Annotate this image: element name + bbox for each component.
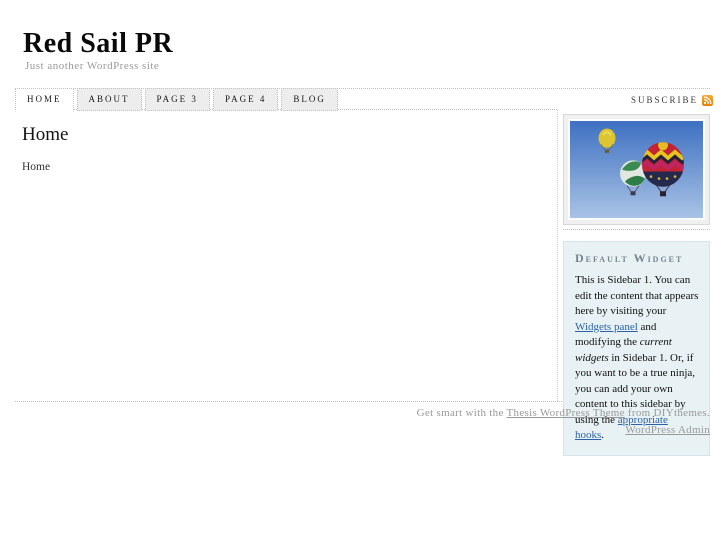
footer-admin: WordPress Admin — [210, 424, 710, 436]
site-title: Red Sail PR — [23, 28, 174, 59]
sidebar-divider — [563, 229, 710, 230]
sidebar-image-widget — [563, 114, 710, 225]
nav-tab-page3[interactable]: Page 3 — [144, 88, 210, 111]
hot-air-balloons-photo — [570, 121, 703, 218]
inline-link[interactable]: Thesis WordPress Theme — [507, 407, 625, 419]
nav-tab-blog[interactable]: Blog — [281, 88, 338, 111]
widget-title: Default Widget — [575, 251, 684, 265]
page-title: Home — [22, 124, 69, 145]
footer-credit: Get smart with the Thesis WordPress Them… — [210, 407, 710, 419]
text-segment: Get smart with the — [416, 407, 507, 419]
inline-link[interactable]: WordPress Admin — [625, 424, 710, 436]
page-link-home[interactable]: Home — [22, 161, 50, 173]
nav-tab-page4[interactable]: Page 4 — [212, 88, 279, 111]
subscribe-link[interactable]: Subscribe — [631, 95, 698, 105]
content-sidebar-divider — [557, 110, 558, 401]
inline-link[interactable]: Widgets panel — [575, 321, 638, 333]
main-navigation: Home About Page 3 Page 4 Blog — [15, 88, 338, 112]
text-segment: This is Sidebar 1. You can edit the cont… — [575, 274, 699, 317]
photo-mat — [568, 119, 705, 220]
rss-icon[interactable] — [702, 93, 713, 106]
site-tagline: Just another WordPress site — [25, 60, 160, 72]
text-segment: from DIYthemes. — [624, 407, 710, 419]
nav-tab-home[interactable]: Home — [15, 88, 74, 112]
nav-tab-about[interactable]: About — [76, 88, 142, 111]
